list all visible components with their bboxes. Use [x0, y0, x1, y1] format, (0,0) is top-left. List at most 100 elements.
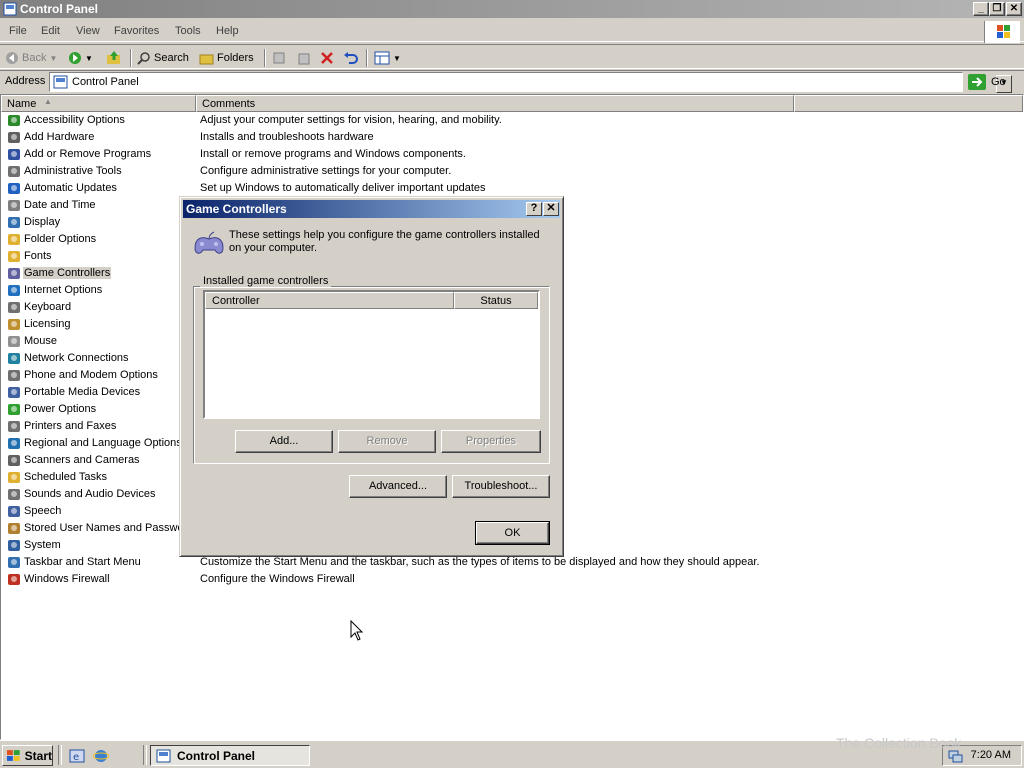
advanced-button[interactable]: Advanced...: [349, 475, 447, 498]
list-item-name: Scheduled Tasks: [24, 471, 107, 483]
views-button[interactable]: ▼: [374, 49, 401, 67]
help-button[interactable]: ?: [526, 202, 542, 216]
add-button[interactable]: Add...: [235, 430, 333, 453]
forward-button[interactable]: ▼: [68, 49, 93, 67]
back-label: Back: [22, 52, 47, 64]
list-item-comment: Configure administrative settings for yo…: [200, 165, 452, 177]
close-button[interactable]: ✕: [1006, 2, 1022, 16]
properties-button[interactable]: Properties: [441, 430, 541, 453]
power-icon: [8, 404, 20, 415]
undo-button[interactable]: [343, 49, 359, 67]
toolbar-separator: [264, 49, 266, 67]
windows-logo-icon: [984, 21, 1020, 43]
list-item[interactable]: Automatic Updates Set up Windows to autom…: [1, 180, 1023, 197]
list-item[interactable]: Accessibility Options Adjust your compute…: [1, 112, 1023, 129]
copy-to-button[interactable]: [296, 49, 312, 67]
toolbar: Back ▼ ▼ Search Folders ▼: [0, 44, 1024, 69]
control-panel-icon: [3, 2, 17, 16]
list-item-name: Sounds and Audio Devices: [24, 488, 156, 500]
admin-tools-icon: [8, 166, 20, 177]
restore-button[interactable]: ❐: [989, 2, 1005, 16]
menu-help[interactable]: Help: [216, 25, 239, 37]
list-item[interactable]: Add or Remove Programs Install or remove …: [1, 146, 1023, 163]
display-icon: [8, 217, 20, 228]
move-to-button[interactable]: [272, 49, 288, 67]
move-to-icon: [273, 52, 285, 64]
mouse-cursor-icon: [350, 620, 364, 641]
list-item-name: Game Controllers: [23, 267, 112, 279]
list-item-name: Administrative Tools: [24, 165, 122, 177]
window-titlebar[interactable]: Control Panel _ ❐ ✕: [0, 0, 1024, 18]
globe-icon: [8, 438, 20, 449]
back-arrow-icon: [6, 52, 18, 64]
game-controller-icon: [8, 268, 20, 279]
list-item-name: Portable Media Devices: [24, 386, 141, 398]
add-remove-programs-icon: [8, 149, 20, 160]
internet-options-icon: [8, 285, 20, 296]
folders-button[interactable]: Folders: [199, 49, 254, 67]
column-header-controller[interactable]: Controller: [205, 292, 454, 309]
list-item[interactable]: Windows Firewall Configure the Windows Fi…: [1, 571, 1023, 588]
go-arrow-icon: [968, 74, 986, 90]
list-item-name: Display: [24, 216, 61, 228]
list-item-comment: Installs and troubleshoots hardware: [200, 131, 374, 143]
list-item-name: Mouse: [24, 335, 58, 347]
up-folder-button[interactable]: [106, 49, 122, 67]
start-button[interactable]: Start: [2, 745, 53, 766]
toolbar-separator: [366, 49, 368, 67]
copy-to-icon: [298, 53, 310, 65]
minimize-button[interactable]: _: [973, 2, 989, 16]
list-item-name: Automatic Updates: [24, 182, 117, 194]
menu-edit[interactable]: Edit: [41, 25, 60, 37]
automatic-updates-icon: [8, 183, 20, 194]
back-dropdown-icon: ▼: [49, 53, 58, 63]
internet-explorer-icon[interactable]: [93, 748, 109, 764]
address-field[interactable]: Control Panel ▼: [49, 72, 1012, 93]
menu-view[interactable]: View: [76, 25, 100, 37]
column-header-comments[interactable]: Comments: [196, 95, 794, 112]
list-item-name: Folder Options: [24, 233, 97, 245]
show-desktop-icon[interactable]: e: [69, 748, 85, 764]
menu-tools[interactable]: Tools: [175, 25, 201, 37]
controller-list[interactable]: Controller Status: [203, 290, 540, 419]
dialog-title: Game Controllers: [186, 202, 287, 216]
clock[interactable]: 7:20 AM: [971, 749, 1011, 761]
remove-button[interactable]: Remove: [338, 430, 436, 453]
back-button[interactable]: Back ▼: [5, 49, 57, 67]
start-label: Start: [24, 748, 52, 763]
taskbar-button-control-panel[interactable]: Control Panel: [150, 745, 310, 766]
address-value: Control Panel: [72, 76, 139, 88]
menu-favorites[interactable]: Favorites: [114, 25, 159, 37]
column-name-label: Name: [7, 98, 37, 110]
accessibility-icon: [8, 115, 20, 126]
dialog-close-button[interactable]: ✕: [543, 202, 559, 216]
go-button[interactable]: Go: [968, 73, 1020, 91]
list-item[interactable]: Add Hardware Installs and troubleshoots h…: [1, 129, 1023, 146]
column-header-name[interactable]: Name ▲: [1, 95, 196, 112]
list-item-name: Power Options: [24, 403, 97, 415]
list-item-name: Date and Time: [24, 199, 96, 211]
views-icon: [374, 51, 390, 65]
list-item[interactable]: Administrative Tools Configure administra…: [1, 163, 1023, 180]
media-device-icon: [8, 387, 20, 398]
firewall-icon: [8, 574, 20, 585]
dialog-description: These settings help you configure the ga…: [229, 229, 540, 254]
delete-button[interactable]: [320, 49, 334, 67]
control-panel-icon: [156, 749, 171, 762]
speaker-icon: [8, 489, 20, 500]
list-item-name: Accessibility Options: [24, 114, 125, 126]
troubleshoot-button[interactable]: Troubleshoot...: [452, 475, 550, 498]
game-controller-icon: [194, 231, 224, 254]
dialog-titlebar[interactable]: Game Controllers ? ✕: [183, 200, 560, 218]
list-item-name: Regional and Language Options: [24, 437, 181, 449]
column-header-status[interactable]: Status: [454, 292, 538, 309]
phone-icon: [8, 370, 20, 381]
speech-icon: [8, 506, 20, 517]
menu-file[interactable]: File: [9, 25, 27, 37]
game-controllers-dialog: Game Controllers ? ✕ These settings help…: [179, 196, 564, 557]
ok-button[interactable]: OK: [475, 521, 550, 545]
list-item-name: Phone and Modem Options: [24, 369, 158, 381]
search-button[interactable]: Search: [137, 49, 189, 67]
toolbar-separator: [130, 49, 132, 67]
licensing-icon: [8, 319, 20, 330]
